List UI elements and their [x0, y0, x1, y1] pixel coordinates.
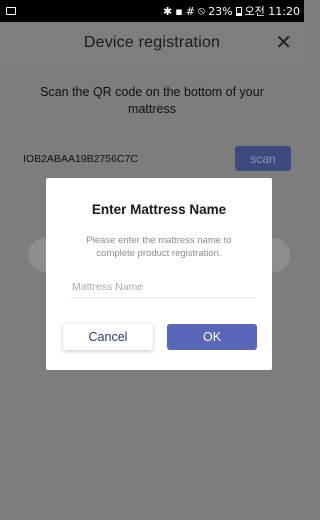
ok-button[interactable]: OK [167, 324, 257, 350]
serial-number: IOB2ABAA19B2756C7C [23, 153, 138, 165]
scan-instruction: Scan the QR code on the bottom of your m… [40, 85, 264, 116]
status-time: 오전 11:20 [244, 5, 300, 18]
cancel-button[interactable]: Cancel [63, 324, 153, 350]
status-bar-right: ✱ ▪ # ⦸ 23% 오전 11:20 [163, 3, 300, 19]
dialog-title: Enter Mattress Name [91, 202, 227, 217]
mattress-name-dialog: Enter Mattress Name Please enter the mat… [46, 178, 272, 370]
battery-icon [235, 6, 242, 16]
scan-button[interactable]: scan [235, 146, 291, 171]
page-title: Device registration [83, 34, 221, 51]
do-not-disturb-icon: ⦸ [197, 4, 206, 17]
close-icon[interactable]: ✕ [275, 32, 292, 52]
status-bar: ✱ ▪ # ⦸ 23% 오전 11:20 [0, 0, 304, 22]
nfc-icon: ▪ [175, 4, 183, 18]
bluetooth-icon: ✱ [163, 4, 173, 18]
image-notification-icon [6, 7, 16, 15]
header: Device registration ✕ [0, 22, 304, 64]
battery-percent: 23% [208, 4, 233, 18]
mattress-name-input[interactable] [70, 276, 256, 298]
dialog-description: Please enter the mattress name to comple… [86, 235, 232, 259]
vibrate-icon: # [185, 4, 195, 18]
